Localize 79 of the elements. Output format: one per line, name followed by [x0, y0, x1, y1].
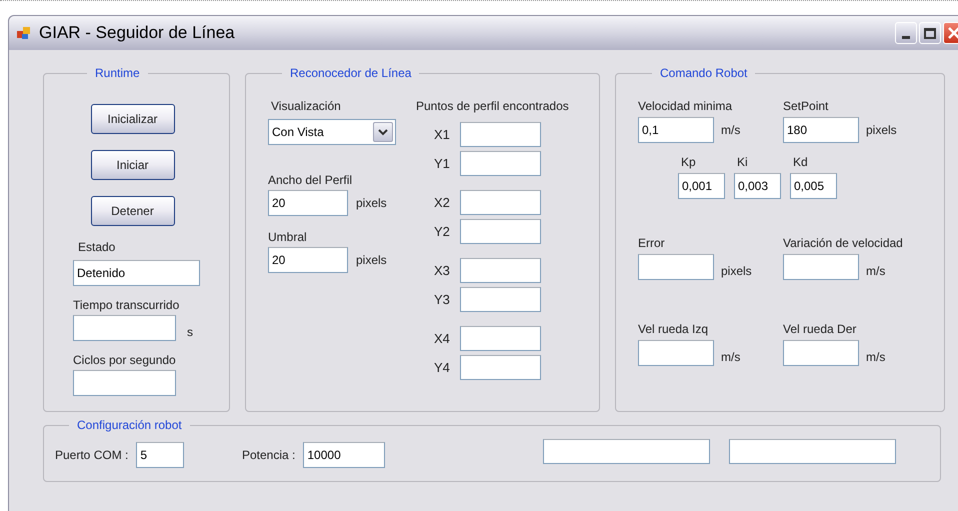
app-icon	[17, 26, 31, 40]
text-field[interactable]	[73, 370, 176, 396]
text-field[interactable]	[460, 219, 541, 244]
unit-label: m/s	[866, 349, 886, 366]
field-label: Potencia :	[242, 447, 296, 464]
minimize-icon	[902, 36, 910, 39]
unit-label: m/s	[721, 349, 740, 366]
field-label: Vel rueda Der	[783, 321, 858, 338]
field-label: Umbral	[268, 229, 308, 246]
text-field[interactable]	[460, 355, 541, 380]
field-label: Puntos de perfil encontrados	[416, 98, 569, 115]
field-label: Estado	[78, 239, 116, 256]
field-label: Variación de velocidad	[783, 235, 904, 252]
action-button[interactable]: Iniciar	[90, 150, 174, 180]
text-field[interactable]: 180	[783, 117, 859, 143]
unit-label: m/s	[866, 263, 886, 280]
text-field[interactable]	[729, 438, 896, 464]
text-field[interactable]	[460, 287, 541, 312]
text-field[interactable]: 5	[136, 442, 184, 468]
text-field[interactable]: 0,005	[790, 173, 837, 199]
field-label: SetPoint	[783, 98, 830, 115]
field-label: Vel rueda Izq	[638, 321, 710, 338]
text-field[interactable]	[543, 438, 710, 464]
field-label: X2	[434, 194, 451, 212]
unit-label: pixels	[866, 122, 897, 139]
text-field[interactable]	[638, 254, 714, 280]
maximize-icon	[924, 28, 936, 38]
group-title: Runtime	[94, 65, 141, 82]
unit-label: m/s	[721, 122, 740, 139]
text-field[interactable]: 0,1	[638, 117, 714, 143]
field-label: Kp	[681, 154, 697, 171]
field-label: Y1	[434, 154, 451, 173]
close-icon	[948, 27, 958, 39]
minimize-button[interactable]	[895, 22, 917, 44]
unit-label: pixels	[721, 263, 752, 280]
action-button[interactable]: Detener	[90, 196, 174, 226]
group-title: Configuración robot	[76, 417, 183, 434]
text-field[interactable]	[460, 122, 541, 147]
maximize-button[interactable]	[919, 22, 941, 44]
dropdown-value: Con Vista	[272, 124, 324, 141]
field-label: Ciclos por segundo	[73, 352, 177, 369]
text-field[interactable]	[73, 315, 176, 341]
field-label: Ki	[737, 154, 749, 171]
window-title: GIAR - Seguidor de Línea	[39, 22, 236, 44]
field-label: Puerto COM :	[55, 447, 128, 464]
field-label: Velocidad minima	[638, 98, 734, 115]
dropdown[interactable]: Con Vista	[268, 119, 396, 145]
text-field[interactable]	[460, 326, 541, 351]
field-label: Kd	[793, 154, 809, 171]
text-field[interactable]	[783, 340, 859, 366]
text-field[interactable]: 20	[268, 190, 348, 216]
field-label: X3	[434, 262, 451, 280]
unit-label: pixels	[356, 252, 387, 269]
text-field[interactable]	[638, 340, 714, 366]
action-button[interactable]: Inicializar	[90, 104, 174, 134]
text-field[interactable]: Detenido	[73, 260, 200, 286]
text-field[interactable]: 20	[268, 247, 348, 273]
text-field[interactable]	[460, 258, 541, 283]
field-label: Ancho del Perfil	[268, 172, 354, 189]
field-label: Visualización	[271, 98, 342, 115]
text-field[interactable]: 10000	[303, 442, 386, 468]
text-field[interactable]: 0,003	[734, 173, 781, 199]
field-label: X4	[434, 330, 451, 348]
field-label: Y4	[434, 358, 451, 377]
dropdown-arrow-button[interactable]	[373, 122, 393, 142]
text-field[interactable]	[460, 190, 541, 215]
field-label: Y3	[434, 290, 451, 309]
group-title: Reconocedor de Línea	[289, 65, 412, 82]
text-field[interactable]	[783, 254, 859, 280]
field-label: Error	[638, 235, 666, 252]
unit-label: s	[187, 324, 193, 341]
field-label: Tiempo transcurrido	[73, 297, 180, 314]
group-title: Comando Robot	[659, 65, 748, 82]
text-field[interactable]: 0,001	[678, 173, 725, 199]
chevron-down-icon	[378, 128, 388, 136]
field-label: Y2	[434, 222, 451, 241]
unit-label: pixels	[356, 195, 387, 212]
text-field[interactable]	[460, 151, 541, 176]
field-label: X1	[434, 126, 451, 144]
